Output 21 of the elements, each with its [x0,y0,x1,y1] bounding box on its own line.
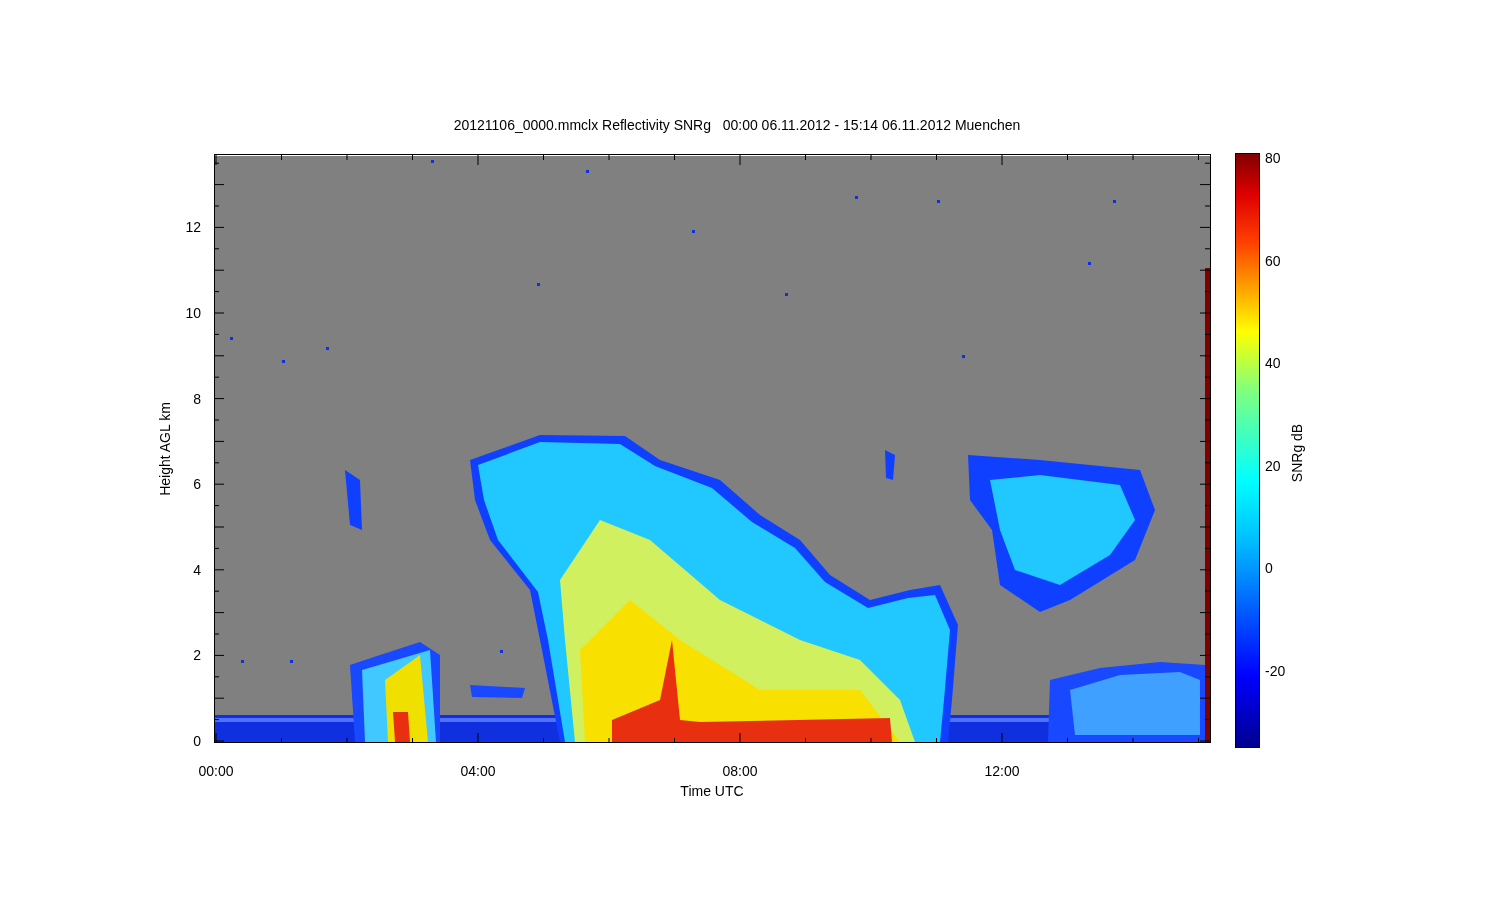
colorbar-tick-label: 40 [1265,355,1281,372]
x-tick-label: 12:00 [984,763,1020,779]
colorbar-tick-label: 80 [1265,150,1281,166]
y-tick-label: 8 [193,390,201,407]
colorbar-tick-label: 0 [1265,560,1273,577]
y-tick-label: 0 [193,733,201,749]
y-tick-label: 10 [185,305,201,321]
y-tick-label: 12 [185,219,201,236]
chart-title: 20121106_0000.mmclx Reflectivity SNRg 00:00 06.11.2012 - 15:14 06.11.2012 Muenchen [453,117,1021,133]
x-axis-label: Time UTC [680,783,744,799]
y-tick-label: 4 [193,561,201,578]
y-axis-label: Height AGL km [157,402,173,496]
colorbar-tick-label: 60 [1265,252,1281,269]
x-tick-label: 00:00 [198,763,234,779]
colorbar-tick-label: -20 [1265,663,1286,679]
colorbar-tick-label: 20 [1265,457,1281,474]
y-tick-label: 2 [193,647,201,664]
x-tick-label: 04:00 [460,763,496,779]
x-tick-label: 08:00 [722,763,758,779]
colorbar-label: SNRg dB [1289,423,1305,483]
y-tick-label: 6 [193,476,201,493]
